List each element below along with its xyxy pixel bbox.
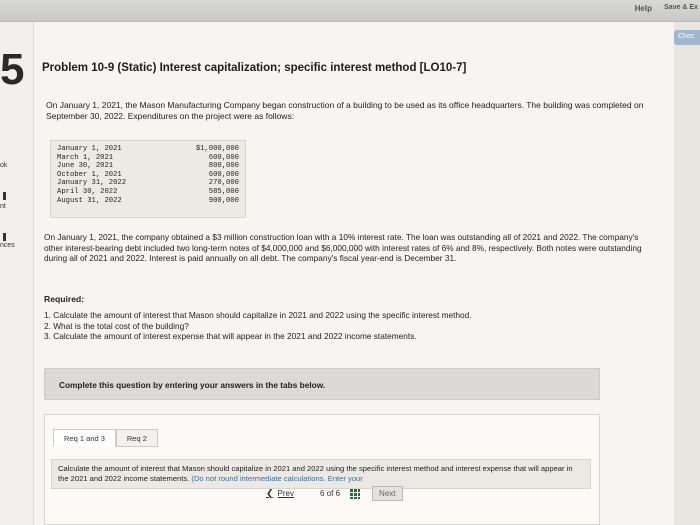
expenditure-amount: $1,000,000 [195,145,239,153]
required-item: 1. Calculate the amount of interest that… [44,310,472,320]
problem-intro: On January 1, 2021, the Mason Manufactur… [46,100,644,121]
expenditure-date: January 1, 2021 [57,145,122,153]
expenditure-row: October 1, 2021 600,000 [57,171,239,180]
expenditure-row: March 1, 2021 600,000 [57,154,239,163]
grid-icon[interactable] [350,488,361,499]
expenditure-date: August 31, 2022 [57,196,122,205]
expenditure-amount: 600,000 [208,170,239,179]
sidebar-label-2[interactable]: nt [0,203,6,210]
page-counter: 6 of 6 [320,489,340,498]
section-number-icon: 5 [0,45,25,94]
tab-req-2[interactable]: Req 2 [115,429,158,447]
tab-bar: Req 1 and 3 Req 2 [53,429,158,447]
help-link[interactable]: Help [635,4,652,13]
expenditure-row: January 1, 2021 $1,000,000 [57,145,239,154]
next-button[interactable]: Next [372,486,403,501]
expenditure-amount: 270,000 [208,179,239,188]
current-page: 6 [320,489,325,498]
total-pages: 6 [335,489,341,498]
expenditure-row: April 30, 2022 585,000 [57,188,239,197]
instruction-banner: Complete this question by entering your … [44,368,600,400]
expenditure-row: January 31, 2022 270,000 [57,179,239,188]
prev-button[interactable]: ❮ Prev [266,488,294,499]
expenditure-row: June 30, 2021 800,000 [57,162,239,171]
expenditures-table: January 1, 2021 $1,000,000 March 1, 2021 6… [50,140,246,218]
expenditure-amount: 800,000 [208,162,239,171]
prev-label: Prev [277,489,294,498]
tab-instructions-note: (Do not round intermediate calculations.… [191,473,363,483]
expenditure-date: April 30, 2022 [57,187,118,196]
tab-instructions: Calculate the amount of interest that Ma… [51,459,591,489]
expenditure-row: August 31, 2022 900,000 [57,197,239,206]
sidebar-marker-icon [3,192,6,200]
problem-title: Problem 10-9 (Static) Interest capitaliz… [42,62,467,74]
required-item: 2. What is the total cost of the buildin… [44,320,189,331]
instruction-banner-text: Complete this question by entering your … [59,380,326,390]
save-exit-button[interactable]: Save & Ex [664,4,698,11]
check-my-work-button[interactable]: Chec [674,30,700,45]
page-of-label: of [326,489,334,498]
expenditure-date: January 31, 2022 [57,179,127,188]
expenditure-amount: 585,000 [208,187,239,196]
expenditure-amount: 900,000 [208,196,239,205]
top-bar: Help Save & Ex [0,0,700,22]
question-panel: Problem 10-9 (Static) Interest capitaliz… [34,22,674,525]
required-list: 1. Calculate the amount of interest that… [44,310,644,342]
expenditure-amount: 600,000 [208,153,239,162]
tab-req-1-and-3[interactable]: Req 1 and 3 [53,429,116,447]
required-item: 3. Calculate the amount of interest expe… [44,331,417,342]
expenditure-date: June 30, 2021 [57,162,114,171]
pagination: ❮ Prev 6 of 6 Next [266,486,403,501]
answer-tab-panel: Req 1 and 3 Req 2 Calculate the amount o… [44,414,600,525]
sidebar-label-1[interactable]: ok [0,162,7,169]
chevron-left-icon: ❮ [266,488,274,498]
loan-description: On January 1, 2021, the company obtained… [44,232,642,264]
left-sidebar: 5 ok nt nces [0,22,34,525]
sidebar-marker-icon [3,233,6,241]
expenditure-date: October 1, 2021 [57,170,122,179]
sidebar-label-3[interactable]: nces [0,242,15,249]
required-heading: Required: [44,294,85,304]
expenditure-date: March 1, 2021 [57,153,114,162]
